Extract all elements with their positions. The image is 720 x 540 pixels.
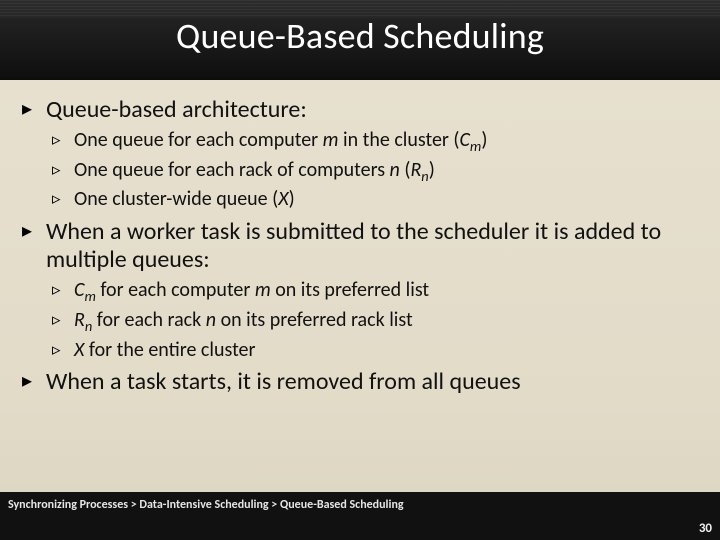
- text: for each computer: [96, 278, 255, 302]
- var-C: C: [459, 128, 469, 152]
- subbullet-x-cluster: X for the entire cluster: [48, 338, 702, 362]
- var-n: n: [390, 158, 400, 182]
- text: on its preferred rack list: [216, 308, 413, 332]
- sub-m: m: [84, 287, 95, 305]
- sub-m: m: [470, 137, 481, 155]
- sub-n: n: [421, 167, 428, 185]
- var-X: X: [278, 187, 288, 211]
- slide-footer: Synchronizing Processes > Data-Intensive…: [0, 492, 720, 540]
- subbullet-rack-queue: One queue for each rack of computers n (…: [48, 158, 702, 186]
- subbullet-cluster-queue: One cluster-wide queue (X): [48, 187, 702, 211]
- text: for the entire cluster: [84, 338, 255, 362]
- bullet-architecture: Queue-based architecture:: [18, 96, 702, 124]
- text: One queue for each rack of computers: [74, 158, 390, 182]
- text: on its preferred list: [271, 278, 429, 302]
- text: ): [481, 128, 487, 152]
- var-n: n: [206, 308, 216, 332]
- subbullet-rn-preferred: Rn for each rack n on its preferred rack…: [48, 308, 702, 336]
- slide: Queue-Based Scheduling Queue-based archi…: [0, 0, 720, 540]
- bullet-submit: When a worker task is submitted to the s…: [18, 218, 702, 275]
- slide-body: Queue-based architecture: One queue for …: [18, 90, 702, 400]
- text: (: [400, 158, 411, 182]
- text: ): [289, 187, 295, 211]
- var-m: m: [323, 128, 339, 152]
- text: ): [429, 158, 435, 182]
- page-number: 30: [699, 521, 712, 536]
- subbullet-cm-preferred: Cm for each computer m on its preferred …: [48, 278, 702, 306]
- slide-title: Queue-Based Scheduling: [0, 14, 720, 58]
- var-R: R: [410, 158, 421, 182]
- subbullet-computer-queue: One queue for each computer m in the clu…: [48, 128, 702, 156]
- bullet-remove: When a task starts, it is removed from a…: [18, 368, 702, 396]
- breadcrumb: Synchronizing Processes > Data-Intensive…: [8, 498, 404, 512]
- text: One queue for each computer: [74, 128, 323, 152]
- var-X: X: [74, 338, 84, 362]
- text: One cluster-wide queue (: [74, 187, 278, 211]
- text: for each rack: [92, 308, 205, 332]
- var-R: R: [74, 308, 85, 332]
- var-C: C: [74, 278, 84, 302]
- var-m: m: [255, 278, 271, 302]
- text: in the cluster (: [339, 128, 460, 152]
